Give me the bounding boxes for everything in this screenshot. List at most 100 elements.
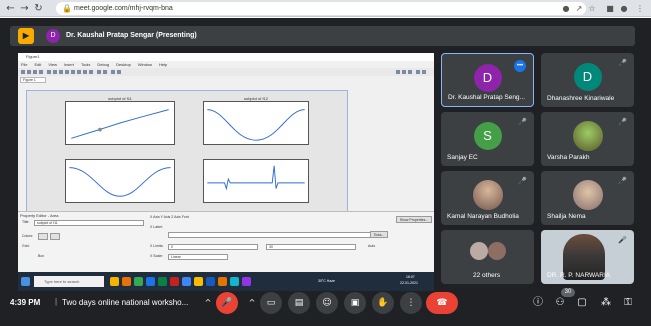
subplot-1[interactable]: subplot of f11 xyxy=(65,96,175,145)
participant-tile[interactable]: 🎤 Kamal Narayan Budholia xyxy=(441,171,534,225)
participant-tile[interactable]: 🎤 Shailja Nema xyxy=(541,171,634,225)
people-icon[interactable]: ⚇ xyxy=(552,295,568,311)
auto-checkbox[interactable]: Auto xyxy=(368,244,375,249)
layout-icon[interactable] xyxy=(396,70,400,74)
print-icon[interactable] xyxy=(39,70,43,74)
edge-color-button[interactable] xyxy=(50,233,60,240)
colors-caption: Colors: xyxy=(22,234,34,238)
taskbar-search[interactable]: Type here to search xyxy=(34,276,104,287)
show-tools-icon[interactable] xyxy=(117,70,121,74)
emoji-button[interactable]: ☺ xyxy=(316,292,338,314)
app-icon[interactable] xyxy=(158,277,167,286)
app-icon[interactable] xyxy=(170,277,179,286)
reload-icon[interactable]: ↻ xyxy=(33,3,44,14)
app-icon[interactable] xyxy=(230,277,239,286)
menu-item[interactable]: Insert xyxy=(64,61,74,68)
colorbar-icon[interactable] xyxy=(97,70,101,74)
menu-item[interactable]: View xyxy=(48,61,57,68)
pan-icon[interactable] xyxy=(65,70,69,74)
link-icon[interactable] xyxy=(89,70,93,74)
layout-icon[interactable] xyxy=(402,70,406,74)
subplot-3[interactable] xyxy=(65,159,175,203)
star-icon[interactable]: ☆ xyxy=(586,2,598,15)
layout-icon[interactable] xyxy=(422,70,426,74)
grid-caption: Grid: xyxy=(22,244,30,248)
layout-icon[interactable] xyxy=(408,70,412,74)
share-icon[interactable]: ↗ xyxy=(573,2,585,15)
app-icon[interactable] xyxy=(206,277,215,286)
mic-options-chevron-icon[interactable]: ^ xyxy=(202,292,214,314)
camera-options-chevron-icon[interactable]: ^ xyxy=(246,292,258,314)
participant-tile[interactable]: D ••• Dr. Kaushal Pratap Seng... xyxy=(441,53,534,107)
edit-plot-icon[interactable] xyxy=(47,70,51,74)
app-icon[interactable] xyxy=(122,277,131,286)
app-icon[interactable] xyxy=(182,277,191,286)
menu-item[interactable]: Window xyxy=(138,61,152,68)
leave-call-button[interactable]: ☎ xyxy=(426,292,458,314)
captions-button[interactable]: ▤ xyxy=(288,292,310,314)
x-scale-select[interactable]: Linear xyxy=(168,254,228,260)
app-icon[interactable] xyxy=(134,277,143,286)
menu-item[interactable]: Help xyxy=(159,61,167,68)
layout-icon[interactable] xyxy=(416,70,420,74)
extensions-icon[interactable]: ■ xyxy=(604,2,616,15)
participant-tile[interactable]: S 🎤 Sanjay EC xyxy=(441,112,534,166)
subplot-2[interactable]: subplot of f12 xyxy=(203,96,309,145)
more-options-button[interactable]: ⋮ xyxy=(400,292,422,314)
box-checkbox[interactable]: Box xyxy=(38,254,44,259)
rotate-icon[interactable] xyxy=(71,70,75,74)
menu-item[interactable]: File xyxy=(21,61,27,68)
participant-avatar: D xyxy=(573,63,602,91)
title-field[interactable]: subplot of f11 xyxy=(34,220,144,226)
brush-icon[interactable] xyxy=(83,70,87,74)
info-icon[interactable]: ⓘ xyxy=(530,295,546,311)
app-icon[interactable] xyxy=(194,277,203,286)
new-figure-icon[interactable] xyxy=(21,70,25,74)
mic-off-icon: 🎤 xyxy=(618,236,627,244)
hide-tools-icon[interactable] xyxy=(111,70,115,74)
raise-hand-button[interactable]: ✋ xyxy=(372,292,394,314)
x-limits-from[interactable]: 0 xyxy=(168,244,258,250)
mic-off-button[interactable]: 🎤 xyxy=(216,292,238,314)
participant-tile[interactable]: 🎤 Varsha Parakh xyxy=(541,112,634,166)
legend-icon[interactable] xyxy=(103,70,107,74)
app-icon[interactable] xyxy=(218,277,227,286)
menu-item[interactable]: Debug xyxy=(97,61,109,68)
participant-avatar: S xyxy=(473,122,502,150)
profile-avatar[interactable]: ● xyxy=(618,2,630,15)
present-screen-button[interactable]: ▣ xyxy=(344,292,366,314)
data-cursor-icon[interactable] xyxy=(77,70,81,74)
x-label-field[interactable] xyxy=(168,232,388,238)
windows-start-icon[interactable] xyxy=(21,277,30,286)
ticks-button[interactable]: Ticks... xyxy=(370,231,388,238)
zoom-in-icon[interactable] xyxy=(53,70,57,74)
x-limits-to[interactable]: 30 xyxy=(266,244,356,250)
axis-tabs[interactable]: X Axis Y Axis Z Axis Font xyxy=(150,215,189,220)
app-icon[interactable] xyxy=(110,277,119,286)
line-plot xyxy=(207,165,305,191)
app-icon[interactable] xyxy=(146,277,155,286)
save-icon[interactable] xyxy=(33,70,37,74)
host-controls-icon[interactable]: ⚿ xyxy=(620,295,636,311)
color-picker-button[interactable] xyxy=(38,233,48,240)
forward-arrow-icon[interactable]: → xyxy=(19,3,30,14)
participant-tile[interactable]: 22 others xyxy=(441,230,534,284)
open-icon[interactable] xyxy=(27,70,31,74)
menu-item[interactable]: Edit xyxy=(34,61,41,68)
activities-icon[interactable]: ⁂ xyxy=(598,295,614,311)
show-properties-button[interactable]: Show Properties... xyxy=(396,216,432,223)
participant-tile[interactable]: D 🎤 Dhanashree Kinariwale xyxy=(541,53,634,107)
participant-tile[interactable]: 🎤 DR. R. P. NARWARIA xyxy=(541,230,634,284)
menu-kebab-icon[interactable]: ⋮ xyxy=(634,2,646,15)
zoom-out-icon[interactable] xyxy=(59,70,63,74)
back-arrow-icon[interactable]: ← xyxy=(5,3,16,14)
address-bar[interactable]: 🔒 meet.google.com/mhj-rvqm-bna xyxy=(56,2,586,15)
chat-icon[interactable]: ▢ xyxy=(574,295,590,311)
camera-button[interactable]: ▭ xyxy=(260,292,282,314)
subplot-4[interactable] xyxy=(203,159,309,203)
camera-icon[interactable]: ● xyxy=(560,2,572,15)
figure-tab[interactable]: Figure 1 xyxy=(20,77,46,83)
menu-item[interactable]: Desktop xyxy=(116,61,131,68)
app-icon[interactable] xyxy=(242,277,251,286)
menu-item[interactable]: Tools xyxy=(81,61,90,68)
